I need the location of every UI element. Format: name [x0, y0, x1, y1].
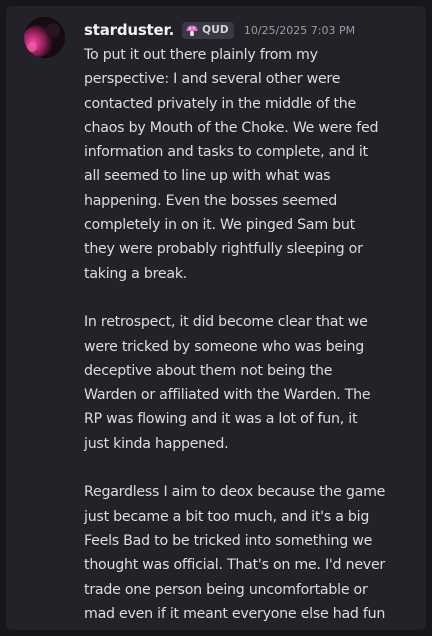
- message-line: RP was flowing and it was a lot of fun, …: [84, 411, 358, 428]
- message-line: all seemed to line up with what was: [84, 168, 331, 185]
- message-line: just kinda happened.: [84, 435, 229, 452]
- message-header: starduster. QUD 10/25/2025 7:03 PM: [84, 20, 416, 40]
- message-line: contacted privately in the middle of the: [84, 95, 357, 112]
- message-line: chaos by Mouth of the Choke. We were fed: [84, 119, 379, 136]
- message-line: completely in on it. We pinged Sam but: [84, 217, 355, 234]
- message-line: taking a break.: [84, 265, 188, 282]
- message-line: Feels Bad to be tricked into something w…: [84, 532, 373, 549]
- message-line: Regardless I aim to deox because the gam…: [84, 484, 386, 501]
- message-line: were tricked by someone who was being: [84, 338, 365, 355]
- server-tag-label: QUD: [202, 24, 229, 36]
- mushroom-icon: [185, 23, 199, 37]
- avatar[interactable]: [24, 17, 65, 58]
- message-line: thought was official. That's on me. I'd …: [84, 557, 385, 574]
- message-line: perspective: I and several other were: [84, 71, 341, 88]
- message-line: information and tasks to complete, and i…: [84, 144, 368, 161]
- timestamp[interactable]: 10/25/2025 7:03 PM: [244, 24, 355, 37]
- message-line: they were probably rightfully sleeping o…: [84, 241, 363, 258]
- message-line: happening. Even the bosses seemed: [84, 192, 338, 209]
- message-body: To put it out there plainly from my persp…: [84, 43, 420, 626]
- message-line: trade one person being uncomfortable or: [84, 581, 368, 598]
- server-tag[interactable]: QUD: [182, 21, 234, 39]
- message-container: starduster. QUD 10/25/2025 7:03 PM To pu…: [6, 6, 426, 630]
- message-line: Warden or affiliated with the Warden. Th…: [84, 387, 371, 404]
- author-name[interactable]: starduster.: [84, 21, 174, 39]
- message-line: deceptive about them not being the: [84, 362, 333, 379]
- message-line: To put it out there plainly from my: [84, 47, 318, 63]
- message-line: In retrospect, it did become clear that …: [84, 314, 368, 331]
- message-line: mad even if it meant everyone else had f…: [84, 605, 386, 622]
- message-line: just became a bit too much, and it's a b…: [84, 508, 370, 525]
- avatar-image: [24, 17, 65, 58]
